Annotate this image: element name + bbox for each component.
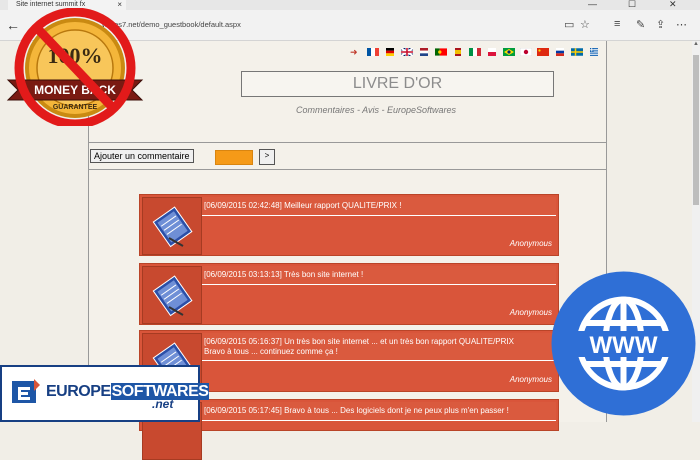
comment-line-1: [06/09/2015 05:16:37] Un très bon site i… bbox=[204, 337, 514, 346]
comment-author: Anonymous bbox=[509, 239, 552, 248]
comment-entry: [06/09/2015 05:17:45] Bravo à tous ... D… bbox=[139, 399, 559, 460]
comment-body: Anonymous bbox=[202, 217, 556, 253]
flag-pt-icon[interactable] bbox=[435, 48, 447, 56]
hub-icon[interactable]: ≡ bbox=[614, 18, 620, 30]
go-button[interactable]: > bbox=[259, 149, 275, 165]
comment-author: Anonymous bbox=[509, 375, 552, 384]
comment-text: [06/09/2015 02:42:48] Meilleur rapport Q… bbox=[202, 197, 556, 216]
comment-text: [06/09/2015 05:16:37] Un très bon site i… bbox=[202, 333, 556, 361]
flag-nl-icon[interactable] bbox=[418, 48, 430, 56]
flag-it-icon[interactable] bbox=[469, 48, 481, 56]
scroll-thumb[interactable] bbox=[693, 55, 699, 205]
flag-jp-icon[interactable] bbox=[520, 48, 532, 56]
comment-line-2: Bravo à tous ... continuez comme ça ! bbox=[204, 347, 338, 356]
tab-title: Site internet summit fx bbox=[16, 1, 86, 8]
flag-ru-icon[interactable] bbox=[554, 48, 566, 56]
europesoftwares-logo: EUROPESOFTWARES .net bbox=[0, 365, 210, 422]
scroll-up-icon[interactable]: ▲ bbox=[692, 41, 700, 49]
arrow-icon: ➜ bbox=[350, 47, 358, 57]
logo-mark-icon bbox=[12, 379, 40, 403]
flag-pl-icon[interactable] bbox=[486, 48, 498, 56]
comment-text: [06/09/2015 05:17:45] Bravo à tous ... D… bbox=[202, 402, 556, 421]
flag-se-icon[interactable] bbox=[571, 48, 583, 56]
web-note-icon[interactable]: ✎ bbox=[636, 18, 645, 31]
flag-br-icon[interactable] bbox=[503, 48, 515, 56]
language-flags: ➜ bbox=[350, 47, 600, 57]
comment-entry: [06/09/2015 03:13:13] Très bon site inte… bbox=[139, 263, 559, 325]
flag-gr-icon[interactable] bbox=[588, 48, 600, 56]
page-number-input[interactable] bbox=[215, 150, 253, 165]
add-comment-button[interactable]: Ajouter un commentaire bbox=[90, 149, 194, 163]
flag-fr-icon[interactable] bbox=[367, 48, 379, 56]
logo-wordmark: EUROPESOFTWARES bbox=[46, 383, 210, 401]
book-icon bbox=[142, 197, 202, 255]
comment-entry: [06/09/2015 02:42:48] Meilleur rapport Q… bbox=[139, 194, 559, 256]
money-back-badge: 100% MONEY BACK GUARANTEE bbox=[6, 8, 144, 126]
comment-text: [06/09/2015 03:13:13] Très bon site inte… bbox=[202, 266, 556, 285]
flag-gb-icon[interactable] bbox=[401, 48, 413, 56]
logo-europe: EUROPE bbox=[46, 383, 111, 400]
flag-de-icon[interactable] bbox=[384, 48, 396, 56]
flag-cn-icon[interactable] bbox=[537, 48, 549, 56]
minimize-icon[interactable]: — bbox=[588, 0, 597, 9]
badge-guarantee: GUARANTEE bbox=[53, 104, 98, 111]
comment-toolbar: Ajouter un commentaire > bbox=[89, 142, 606, 170]
share-icon[interactable]: ⇪ bbox=[656, 18, 665, 31]
www-text: WWW bbox=[590, 332, 658, 359]
more-menu-icon[interactable]: ⋯ bbox=[676, 18, 687, 31]
maximize-icon[interactable]: ☐ bbox=[628, 0, 636, 9]
favorite-star-icon[interactable]: ☆ bbox=[580, 18, 590, 31]
comment-author: Anonymous bbox=[509, 308, 552, 317]
logo-net: .net bbox=[152, 397, 174, 411]
close-icon[interactable]: ✕ bbox=[669, 0, 677, 9]
page-subtitle: Commentaires - Avis - EuropeSoftwares bbox=[295, 105, 457, 115]
comment-body: Anonymous bbox=[202, 286, 556, 322]
comment-body: Anonymous bbox=[202, 362, 556, 389]
book-icon bbox=[142, 266, 202, 324]
www-globe-icon: WWW bbox=[551, 271, 696, 416]
page-title: LIVRE D'OR bbox=[241, 71, 554, 97]
reading-view-icon[interactable]: ▭ bbox=[564, 18, 574, 31]
flag-es-icon[interactable] bbox=[452, 48, 464, 56]
